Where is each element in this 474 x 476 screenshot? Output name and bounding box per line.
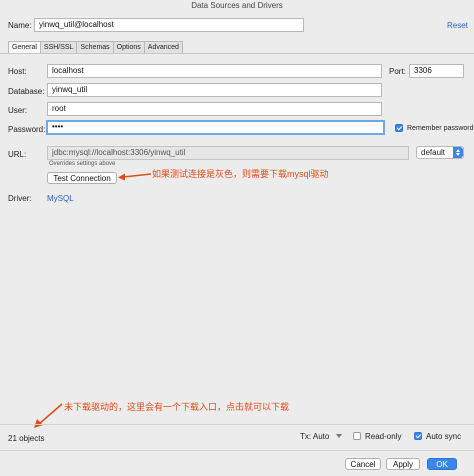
- name-label: Name:: [8, 21, 32, 30]
- user-label: User:: [8, 106, 28, 115]
- url-label: URL:: [8, 150, 27, 159]
- auto-sync-label: Auto sync: [426, 432, 462, 441]
- window-title: Data Sources and Drivers: [191, 1, 283, 10]
- cancel-button[interactable]: Cancel: [345, 458, 381, 470]
- password-input[interactable]: ••••: [46, 120, 385, 135]
- ok-button[interactable]: OK: [427, 458, 457, 470]
- chevron-down-icon: [336, 434, 342, 438]
- tab-general[interactable]: General: [8, 41, 41, 53]
- auto-sync-checkbox[interactable]: [414, 432, 422, 440]
- port-input[interactable]: 3306: [409, 64, 464, 78]
- tab-options[interactable]: Options: [112, 41, 145, 53]
- driver-label: Driver:: [8, 194, 32, 203]
- read-only-checkbox[interactable]: [353, 432, 361, 440]
- annotation-arrow-icon: [34, 403, 63, 428]
- url-mode-value: default: [421, 148, 446, 157]
- tab-ssh-ssl[interactable]: SSH/SSL: [39, 41, 78, 53]
- footer-divider: [0, 424, 474, 425]
- annotation-arrow-icon: [118, 173, 152, 181]
- database-input[interactable]: yinwq_util: [47, 83, 382, 97]
- action-divider: [0, 450, 474, 451]
- tab-advanced[interactable]: Advanced: [143, 41, 183, 53]
- driver-link[interactable]: MySQL: [47, 194, 74, 203]
- password-label: Password:: [8, 125, 46, 134]
- select-arrows-icon: [453, 147, 463, 158]
- host-input[interactable]: localhost: [47, 64, 382, 78]
- remember-password-label: Remember password: [407, 125, 474, 132]
- tx-mode-select[interactable]: Tx: Auto: [300, 432, 329, 441]
- test-connection-note: 如果测试连接是灰色，则需要下载mysql驱动: [152, 169, 329, 179]
- url-input[interactable]: jdbc:mysql://localhost:3306/yinwq_util: [47, 146, 409, 160]
- tab-bar: General SSH/SSL Schemas Options Advanced: [8, 41, 183, 53]
- remember-password-checkbox[interactable]: [395, 124, 403, 132]
- read-only-label: Read-only: [365, 432, 402, 441]
- apply-button[interactable]: Apply: [386, 458, 420, 470]
- url-mode-select[interactable]: default: [416, 146, 464, 159]
- host-label: Host:: [8, 67, 27, 76]
- download-note: 未下载驱动的，这里会有一个下载入口，点击就可以下载: [64, 402, 290, 412]
- port-label: Port:: [389, 67, 406, 76]
- url-hint: Overrides settings above: [49, 161, 116, 167]
- object-count: 21 objects: [8, 434, 45, 443]
- tab-schemas[interactable]: Schemas: [76, 41, 114, 53]
- database-label: Database:: [8, 87, 45, 96]
- name-input[interactable]: yinwq_util@localhost: [34, 18, 304, 32]
- test-connection-button[interactable]: Test Connection: [47, 172, 117, 184]
- user-input[interactable]: root: [47, 102, 382, 116]
- reset-link[interactable]: Reset: [447, 21, 468, 30]
